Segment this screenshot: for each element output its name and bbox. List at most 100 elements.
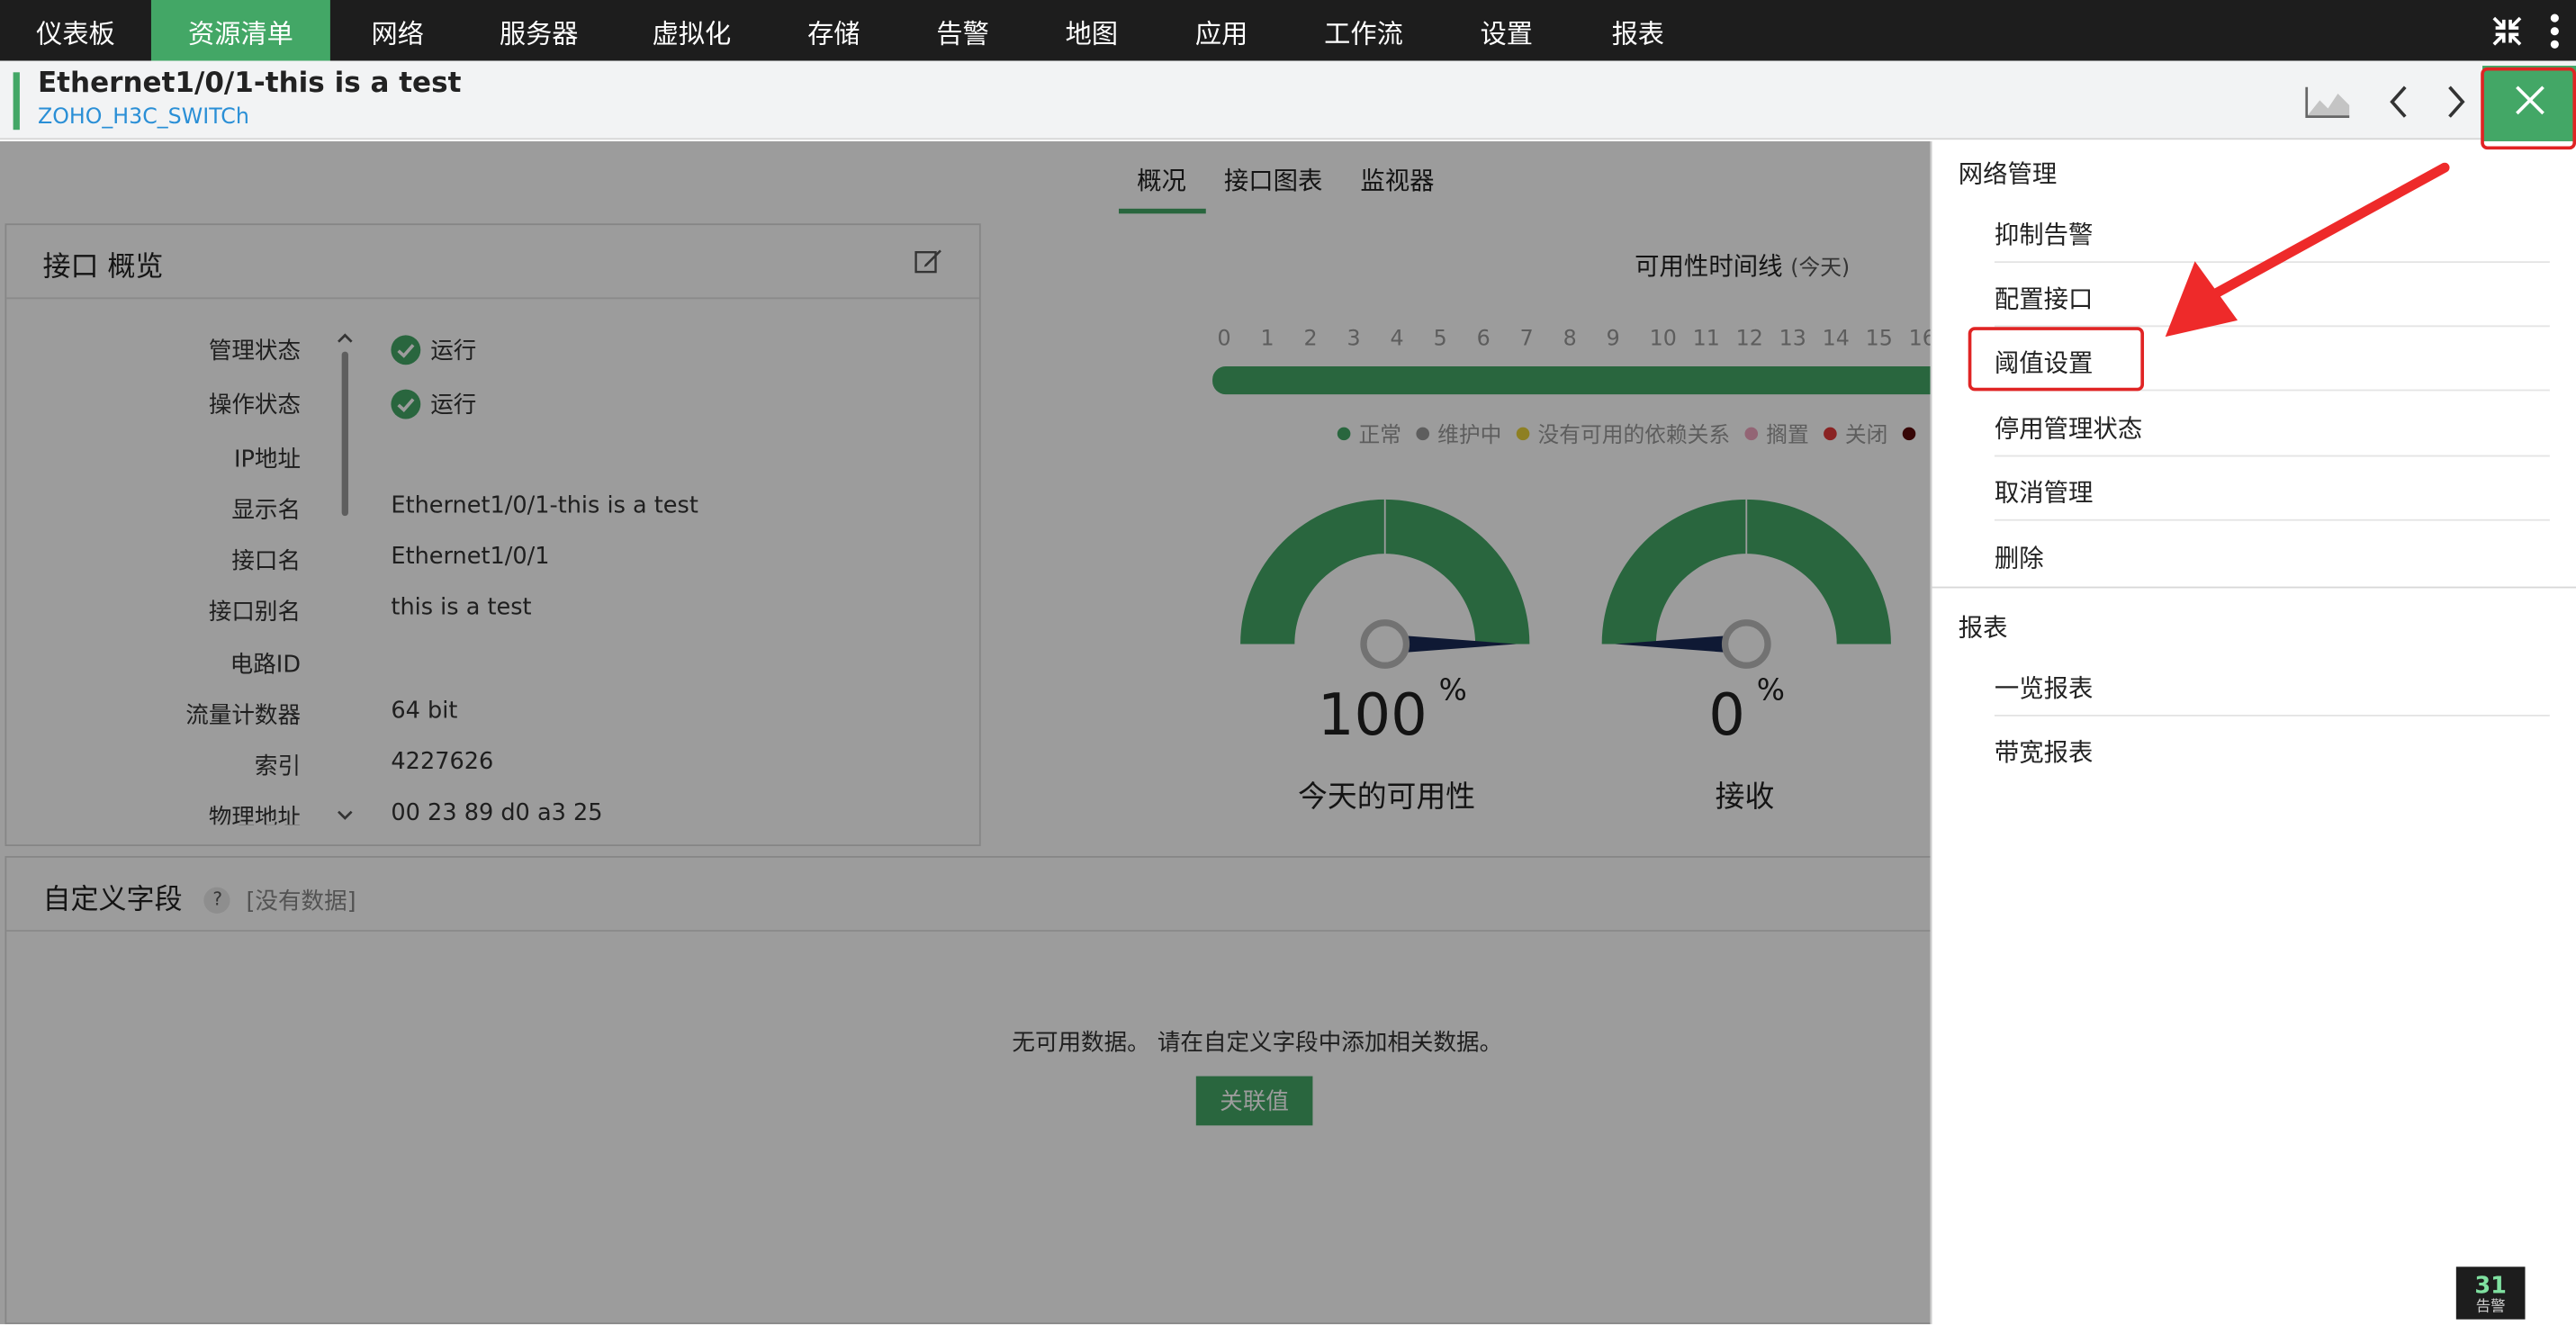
card-title: 自定义字段 ? [没有数据] <box>42 876 356 917</box>
nav-settings[interactable]: 设置 <box>1439 0 1574 61</box>
nav-network[interactable]: 网络 <box>330 0 465 61</box>
legend-item: 关闭 <box>1824 424 1887 448</box>
availability-legend: 正常 维护中 没有可用的依赖关系 搁置 关闭 <box>1337 418 1939 449</box>
timeline-hour-label: 7 <box>1519 327 1534 352</box>
nav-servers[interactable]: 服务器 <box>465 0 613 61</box>
menu-bandwidth-report[interactable]: 带宽报表 <box>1995 735 2094 769</box>
custom-fields-card: 自定义字段 ? [没有数据] <box>5 855 1931 1325</box>
property-label: 流量计数器 <box>185 703 302 730</box>
menu-unmanage[interactable]: 取消管理 <box>1995 475 2094 509</box>
resource-parent-link[interactable]: ZOHO_H3C_SWITCh <box>38 105 249 130</box>
check-circle-icon <box>391 389 421 419</box>
menu-threshold-settings[interactable]: 阈值设置 <box>1995 345 2094 379</box>
legend-label: 关闭 <box>1844 423 1888 449</box>
property-value: this is a test <box>391 594 532 621</box>
availability-period: (今天) <box>1790 256 1851 282</box>
gauge-value: 0 <box>1708 683 1745 750</box>
property-label: 显示名 <box>231 498 302 525</box>
collapse-icon[interactable] <box>2490 14 2524 48</box>
property-label: 电路ID <box>230 652 302 679</box>
nav-dashboard[interactable]: 仪表板 <box>0 0 151 61</box>
timeline-hour-label: 15 <box>1865 327 1893 352</box>
previous-icon[interactable] <box>2385 82 2411 122</box>
nav-right-tools <box>2490 0 2576 61</box>
property-label: IP地址 <box>233 446 302 473</box>
scroll-down-icon[interactable] <box>337 798 353 820</box>
timeline-hour-label: 8 <box>1563 327 1577 352</box>
edit-icon[interactable] <box>914 247 943 276</box>
legend-label: 维护中 <box>1437 423 1502 449</box>
property-value: 00 23 89 d0 a3 25 <box>391 799 603 827</box>
tab-monitors[interactable]: 监视器 <box>1360 163 1434 197</box>
status-bar <box>13 72 20 131</box>
timeline-hour-label: 11 <box>1692 327 1720 352</box>
gauge-receive-label: 接收 <box>1715 780 1775 816</box>
menu-configure-interface[interactable]: 配置接口 <box>1995 281 2094 315</box>
section-reports: 报表 <box>1958 612 2008 643</box>
gauge-unit: % <box>1756 674 1785 709</box>
menu-summary-report[interactable]: 一览报表 <box>1995 671 2094 705</box>
menu-delete[interactable]: 删除 <box>1995 541 2044 575</box>
card-title: 接口 概览 <box>42 251 164 284</box>
property-scrollbar[interactable] <box>335 322 355 820</box>
availability-timeline-bar[interactable] <box>1212 366 1931 395</box>
property-label: 管理状态 <box>208 338 302 365</box>
gauge-receive-value: 0% <box>1708 674 1785 750</box>
legend-label: 搁置 <box>1766 423 1809 449</box>
scroll-up-icon[interactable] <box>337 322 353 343</box>
legend-dot <box>1516 427 1530 441</box>
divider <box>1994 518 2550 521</box>
timeline-hour-label: 9 <box>1606 327 1620 352</box>
chart-icon[interactable] <box>2303 84 2353 120</box>
legend-label: 没有可用的依赖关系 <box>1537 423 1731 449</box>
timeline-hour-label: 1 <box>1260 327 1274 352</box>
divider <box>1994 389 2550 392</box>
legend-dot <box>1744 427 1759 441</box>
card-header: 自定义字段 ? [没有数据] <box>6 858 1931 932</box>
property-value: Ethernet1/0/1-this is a test <box>391 492 698 519</box>
menu-disable-admin-status[interactable]: 停用管理状态 <box>1995 410 2142 445</box>
more-vertical-icon[interactable] <box>2546 13 2562 49</box>
nav-reports[interactable]: 报表 <box>1574 0 1702 61</box>
nav-maps[interactable]: 地图 <box>1029 0 1156 61</box>
property-value: 运行 <box>391 388 476 421</box>
gauge-availability-label: 今天的可用性 <box>1297 780 1476 816</box>
close-button[interactable] <box>2482 66 2576 141</box>
alarm-count: 31 <box>2474 1273 2507 1300</box>
nav-apps[interactable]: 应用 <box>1155 0 1288 61</box>
property-label: 索引 <box>254 753 302 781</box>
nav-storage[interactable]: 存储 <box>770 0 897 61</box>
card-header: 接口 概览 <box>6 225 979 300</box>
main-content: 概况 接口图表 监视器 接口 概览 管理状态 运行 操作状态 运行 IP地址 显… <box>0 140 1936 1325</box>
timeline-hour-label: 3 <box>1347 327 1361 352</box>
gauge-hub <box>1721 619 1771 669</box>
nav-inventory[interactable]: 资源清单 <box>150 0 330 61</box>
nav-workflow[interactable]: 工作流 <box>1288 0 1439 61</box>
next-icon[interactable] <box>2443 82 2469 122</box>
legend-item: 维护中 <box>1416 424 1501 448</box>
property-value: 运行 <box>391 334 476 367</box>
timeline-hour-label: 2 <box>1303 327 1318 352</box>
scroll-thumb[interactable] <box>341 351 348 517</box>
tab-interface-charts[interactable]: 接口图表 <box>1224 163 1323 197</box>
property-label: 物理地址 <box>208 805 302 825</box>
property-value: 64 bit <box>391 698 458 725</box>
annotation-arrow <box>2165 162 2450 338</box>
legend-item: 正常 <box>1337 424 1401 448</box>
associate-value-button[interactable]: 关联值 <box>1195 1076 1313 1126</box>
legend-dot <box>1337 427 1351 441</box>
timeline-hour-label: 10 <box>1649 327 1677 352</box>
gauge-hub <box>1360 619 1410 669</box>
help-icon[interactable]: ? <box>204 887 231 914</box>
timeline-hour-label: 14 <box>1822 327 1850 352</box>
check-circle-icon <box>391 335 421 365</box>
alarm-count-badge[interactable]: 31 告警 <box>2455 1266 2526 1320</box>
gauge-availability-value: 100% <box>1318 674 1467 749</box>
nav-virtualization[interactable]: 虚拟化 <box>613 0 770 61</box>
nav-alarms[interactable]: 告警 <box>897 0 1029 61</box>
property-value: Ethernet1/0/1 <box>391 544 550 571</box>
tab-overview[interactable]: 概况 <box>1137 163 1186 197</box>
property-label: 操作状态 <box>208 392 302 419</box>
availability-title: 可用性时间线 (今天) <box>1635 248 1850 283</box>
menu-suppress-alarm[interactable]: 抑制告警 <box>1995 217 2094 251</box>
